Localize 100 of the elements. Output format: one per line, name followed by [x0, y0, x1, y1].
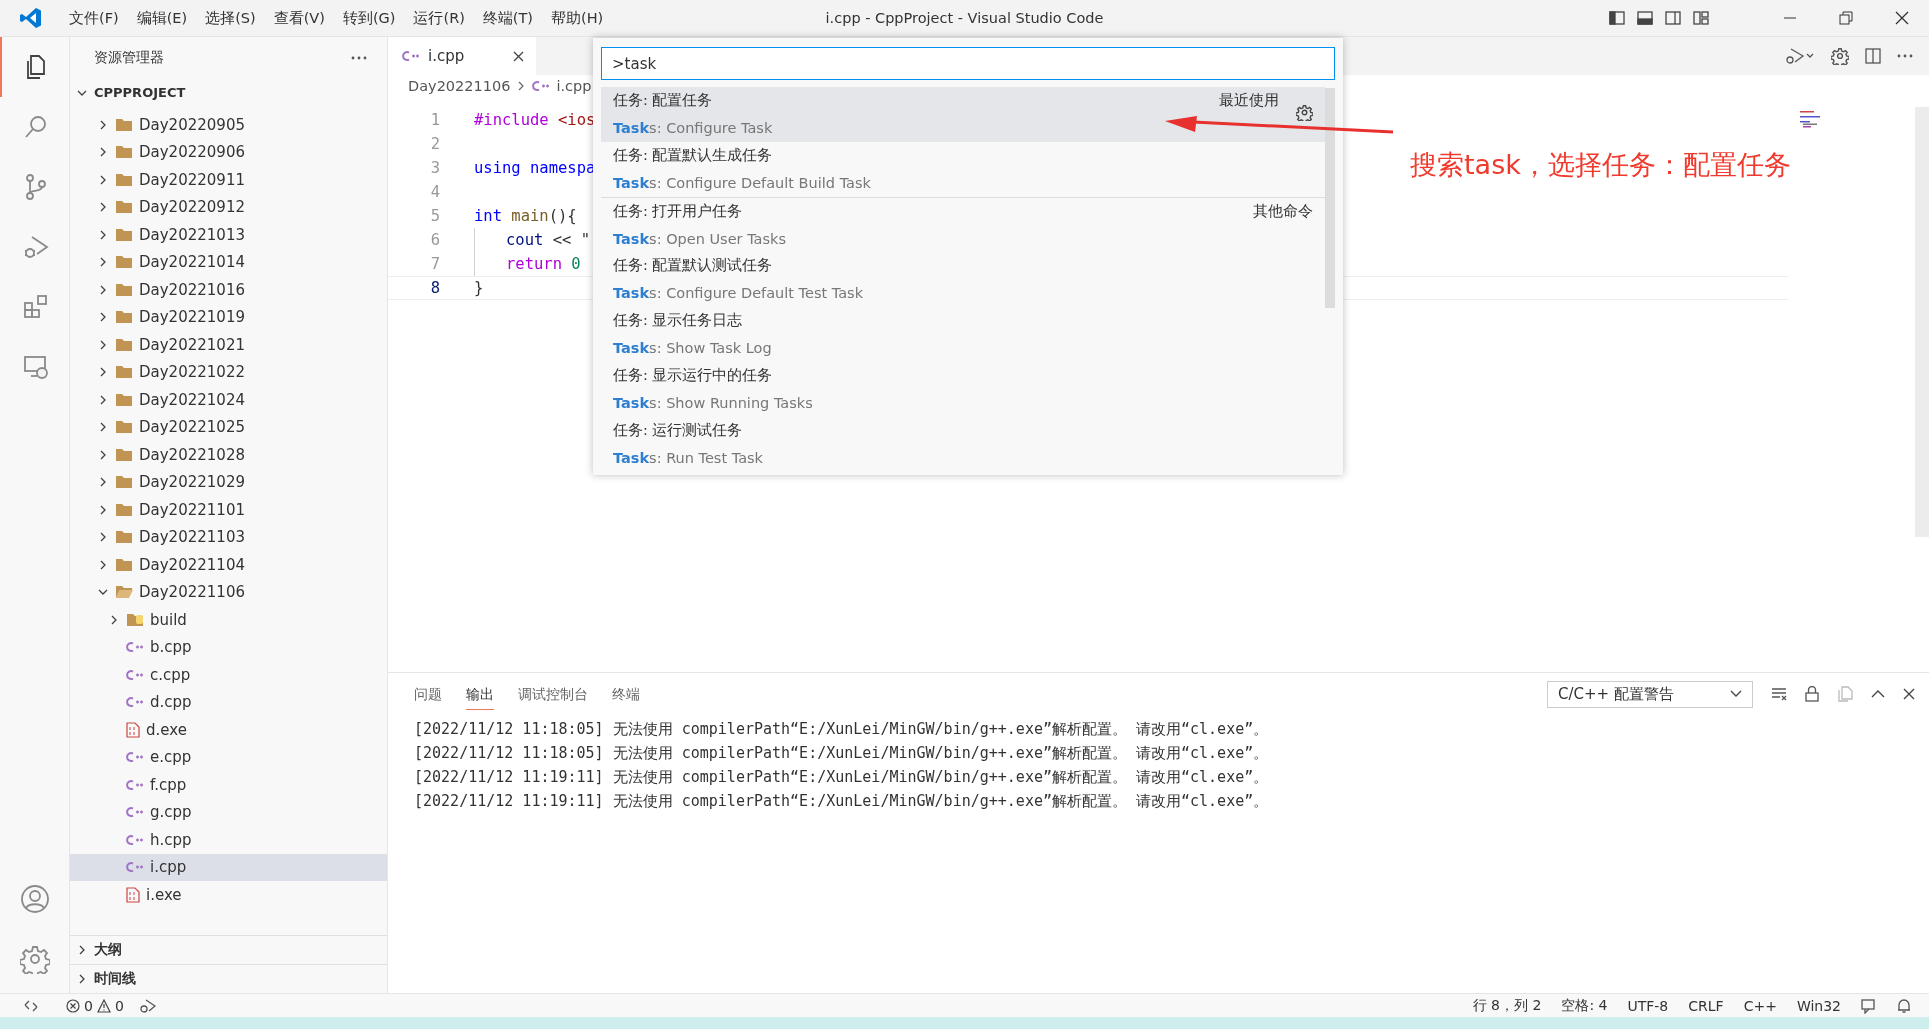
toggle-sidebar-icon[interactable]: [1609, 10, 1625, 26]
command-detail: Tasks: Show Task Log: [613, 338, 772, 358]
layout-icon[interactable]: [1693, 10, 1709, 26]
breadcrumb-item[interactable]: Day20221106: [408, 78, 511, 94]
folder-icon: [115, 447, 133, 462]
feedback-icon[interactable]: [1861, 997, 1877, 1014]
tree-item[interactable]: Day20220905: [70, 111, 387, 139]
tree-item[interactable]: Day20221025: [70, 413, 387, 441]
close-icon[interactable]: [1903, 688, 1915, 700]
split-editor-icon[interactable]: [1865, 48, 1881, 64]
status-item[interactable]: UTF-8: [1627, 997, 1669, 1014]
more-actions-icon[interactable]: [1897, 54, 1913, 58]
breadcrumb-item[interactable]: i.cpp: [556, 78, 592, 94]
clear-output-icon[interactable]: [1771, 687, 1787, 701]
menu-item[interactable]: 转到(G): [333, 8, 405, 28]
scrollbar[interactable]: [1325, 88, 1335, 308]
status-item[interactable]: CRLF: [1688, 997, 1724, 1014]
menu-item[interactable]: 文件(F): [60, 8, 128, 28]
tree-item[interactable]: Day20221021: [70, 331, 387, 359]
tree-item[interactable]: Day20220912: [70, 193, 387, 221]
command-item[interactable]: 任务: 配置任务 Tasks: Configure Task 最近使用: [601, 87, 1325, 142]
tree-item[interactable]: d.cpp: [70, 688, 387, 716]
status-item[interactable]: 行 8，列 2: [1472, 996, 1542, 1015]
tree-item[interactable]: Day20221106: [70, 578, 387, 606]
status-item[interactable]: C++: [1743, 997, 1777, 1014]
run-debug-icon[interactable]: [1785, 47, 1815, 65]
tree-item[interactable]: Day20221022: [70, 358, 387, 386]
panel-tab[interactable]: 调试控制台: [518, 678, 588, 710]
panel-tab[interactable]: 输出: [466, 678, 494, 710]
tree-item[interactable]: d.exe: [70, 716, 387, 744]
settings-icon[interactable]: [1831, 47, 1849, 65]
output-channel-dropdown[interactable]: C/C++ 配置警告: [1547, 680, 1753, 708]
tree-item[interactable]: i.exe: [70, 881, 387, 909]
project-header[interactable]: CPPPROJECT: [70, 79, 387, 106]
group-label: 其他命令: [1253, 202, 1313, 221]
tree-item[interactable]: i.cpp: [70, 853, 387, 881]
tree-item[interactable]: Day20221103: [70, 523, 387, 551]
tree-item[interactable]: build: [70, 606, 387, 634]
section-header[interactable]: 大纲: [70, 935, 387, 964]
command-item[interactable]: 任务: 显示任务日志 Tasks: Show Task Log: [601, 307, 1325, 362]
tree-item[interactable]: Day20221019: [70, 303, 387, 331]
command-item[interactable]: 任务: 配置默认生成任务 Tasks: Configure Default Build Task: [601, 142, 1325, 197]
menu-item[interactable]: 选择(S): [196, 8, 265, 28]
folder-icon: [115, 145, 133, 160]
editor-tab[interactable]: i.cpp: [388, 37, 536, 75]
tree-item[interactable]: f.cpp: [70, 771, 387, 799]
tree-item[interactable]: Day20221014: [70, 248, 387, 276]
more-actions-icon[interactable]: [351, 56, 367, 60]
tree-item[interactable]: Day20220906: [70, 138, 387, 166]
cpp-file-icon: [126, 833, 144, 846]
panel-tab[interactable]: 终端: [612, 678, 640, 710]
tree-item[interactable]: e.cpp: [70, 743, 387, 771]
folder-icon: [115, 200, 133, 215]
tree-item[interactable]: Day20221104: [70, 551, 387, 579]
tree-item[interactable]: Day20221013: [70, 221, 387, 249]
close-icon[interactable]: [1895, 11, 1909, 25]
extensions-icon[interactable]: [21, 293, 50, 321]
menu-item[interactable]: 帮助(H): [542, 8, 613, 28]
tree-item[interactable]: Day20221028: [70, 441, 387, 469]
cpp-file-icon: [126, 778, 144, 791]
command-title: 任务: 配置任务: [613, 91, 714, 110]
remote-icon[interactable]: [24, 998, 38, 1013]
tree-item[interactable]: b.cpp: [70, 633, 387, 661]
menu-item[interactable]: 终端(T): [473, 8, 543, 28]
run-debug-icon[interactable]: [139, 998, 156, 1013]
command-item[interactable]: 任务: 打开用户任务 Tasks: Open User Tasks 其他命令: [601, 197, 1325, 252]
folder-icon: [115, 310, 133, 325]
maximize-panel-icon[interactable]: [1871, 689, 1885, 699]
tree-item[interactable]: Day20221029: [70, 468, 387, 496]
tree-item[interactable]: Day20221016: [70, 276, 387, 304]
toggle-panel-icon[interactable]: [1637, 10, 1653, 26]
command-input[interactable]: >task: [601, 47, 1335, 80]
tree-item[interactable]: Day20220911: [70, 166, 387, 194]
command-item[interactable]: 任务: 显示运行中的任务 Tasks: Show Running Tasks: [601, 362, 1325, 417]
settings-icon[interactable]: [1296, 104, 1313, 121]
toggle-secondary-sidebar-icon[interactable]: [1665, 10, 1681, 26]
tree-item[interactable]: h.cpp: [70, 826, 387, 854]
command-item[interactable]: 任务: 运行测试任务 Tasks: Run Test Task: [601, 417, 1325, 472]
command-title: 任务: 运行测试任务: [613, 421, 744, 440]
bell-icon[interactable]: [1897, 997, 1911, 1014]
status-item[interactable]: 空格: 4: [1561, 996, 1608, 1015]
menu-item[interactable]: 查看(V): [264, 8, 334, 28]
restore-icon[interactable]: [1839, 11, 1853, 25]
caret-icon: [1730, 690, 1742, 698]
panel-tab[interactable]: 问题: [414, 678, 442, 710]
remote-explorer-icon[interactable]: [21, 353, 50, 381]
command-detail: Tasks: Open User Tasks: [613, 229, 786, 249]
account-icon[interactable]: [19, 884, 50, 914]
command-detail: Tasks: Run Test Task: [613, 448, 763, 468]
lock-icon[interactable]: [1805, 686, 1819, 702]
menu-item[interactable]: 编辑(E): [127, 8, 197, 28]
tree-item[interactable]: Day20221101: [70, 496, 387, 524]
close-icon[interactable]: [513, 50, 524, 62]
status-item[interactable]: Win32: [1796, 997, 1841, 1014]
command-item[interactable]: 任务: 配置默认测试任务 Tasks: Configure Default Test Task: [601, 252, 1325, 307]
tree-item[interactable]: Day20221024: [70, 386, 387, 414]
menu-item[interactable]: 运行(R): [404, 8, 474, 28]
problems-status[interactable]: 0 0: [66, 997, 124, 1014]
tree-item[interactable]: c.cpp: [70, 661, 387, 689]
tree-item[interactable]: g.cpp: [70, 798, 387, 826]
